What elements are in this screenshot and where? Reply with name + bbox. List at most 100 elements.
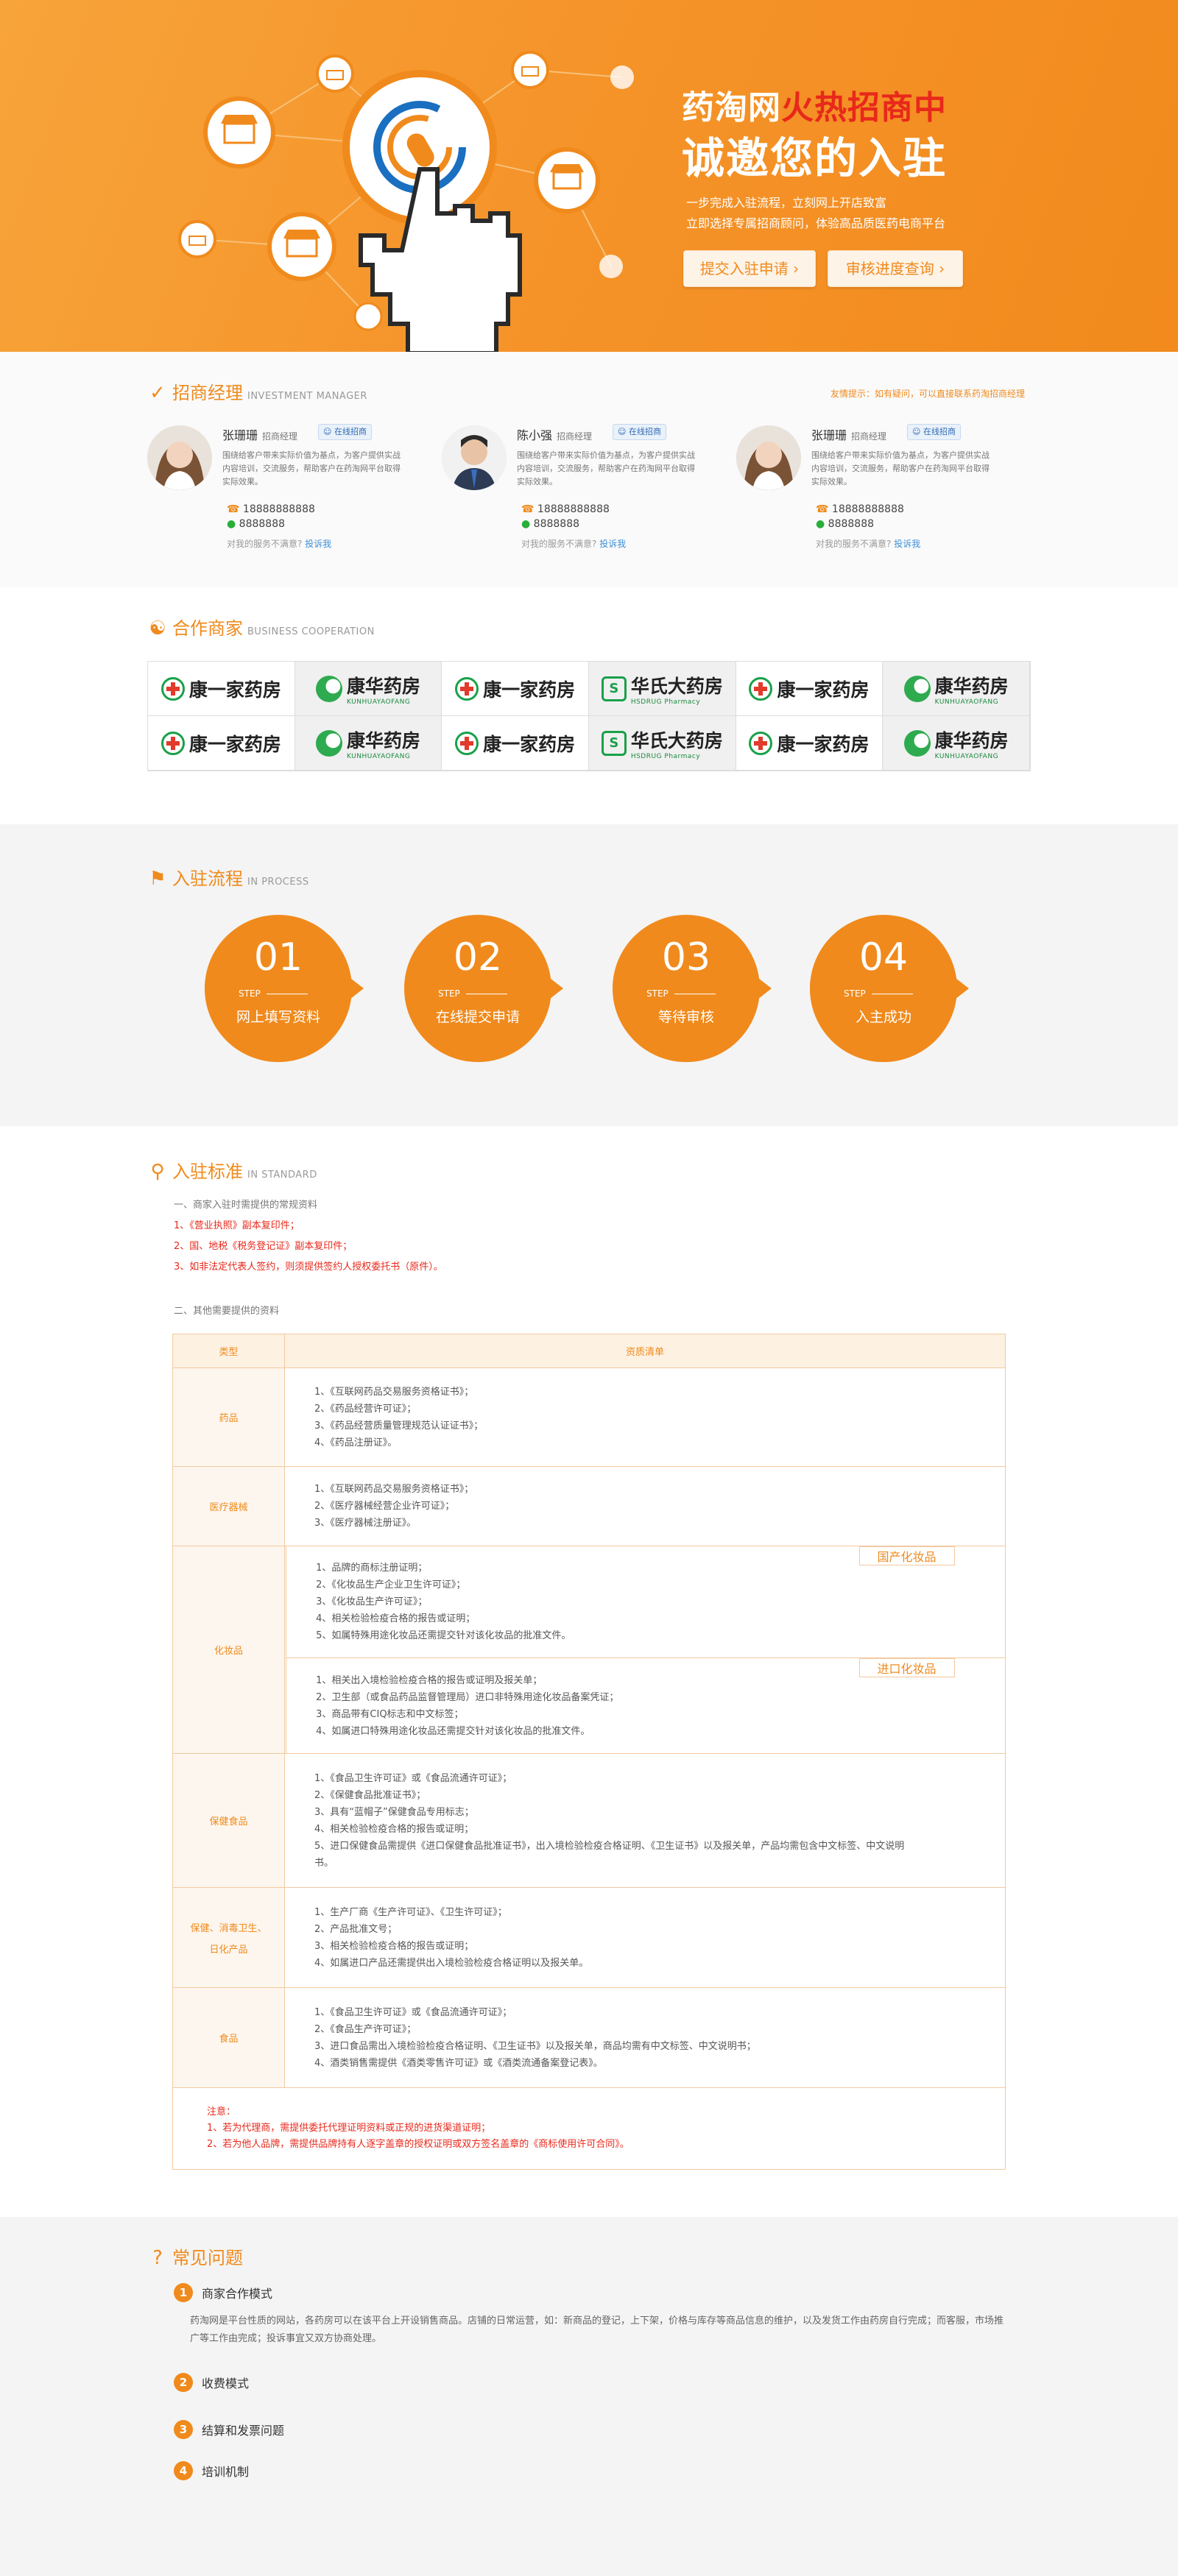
process-section: ⚑ 入驻流程 IN PROCESS 01 STEP 网上填写资料 02 STEP 在线提交…: [0, 824, 1178, 1126]
complaint: 对我的服务不满意? 投诉我: [227, 539, 332, 549]
col-type-header: 类型: [172, 1334, 285, 1368]
faq-item[interactable]: 3 结算和发票问题: [174, 2420, 284, 2439]
chat-icon: ☺: [912, 427, 921, 436]
complain-link[interactable]: 投诉我: [894, 539, 920, 549]
online-chat-button[interactable]: ☺ 在线招商: [907, 424, 961, 440]
phone-icon: ☎: [521, 503, 535, 515]
row-list: 1、《互联网药品交易服务资格证书》； 2、《药品经营许可证》； 3、《药品经营质量管…: [284, 1367, 1006, 1467]
manager-card: 张珊珊 招商经理 ☺ 在线招商 围绕给客户带来实际价值为基点，为客户提供实战内容培…: [147, 424, 412, 558]
qualification-table: 类型 资质清单 药品 1、《互联网药品交易服务资格证书》； 2、《药品经营许可证》；…: [172, 1334, 1006, 2170]
col-list-header: 资质清单: [284, 1334, 1006, 1368]
partner-logo-kangyijia[interactable]: 康一家药房: [442, 716, 589, 771]
section-title: ☯ 合作商家 BUSINESS COOPERATION: [147, 614, 375, 640]
online-chat-button[interactable]: ☺ 在线招商: [318, 424, 372, 440]
network-illustration: [178, 51, 634, 352]
location-pin-icon: ⚲: [150, 1161, 165, 1183]
section-title: ✓ 招商经理 INVESTMENT MANAGER: [147, 378, 367, 404]
faq-item[interactable]: 1 商家合作模式: [174, 2283, 272, 2302]
phone-icon: ☎: [227, 503, 240, 515]
table-note: 注意： 1、若为代理商，需提供委托代理证明资料或正规的进货渠道证明； 2、若为他人品…: [172, 2087, 1006, 2170]
chevron-right-icon: ›: [939, 260, 945, 277]
row-type: 保健、消毒卫生、 日化产品: [172, 1887, 285, 1988]
complain-link[interactable]: 投诉我: [305, 539, 331, 549]
partner-logo-kanghua[interactable]: 康华药房 KUNHUAYAOFANG: [883, 662, 1030, 716]
manager-phone: ☎ 18888888888: [521, 503, 610, 515]
row-type: 药品: [172, 1367, 285, 1467]
cross-icon: [455, 731, 479, 755]
huashi-mark-icon: S: [601, 730, 627, 756]
manager-phone: ☎ 18888888888: [816, 503, 904, 515]
phone-icon: ☎: [816, 503, 829, 515]
apply-button[interactable]: 提交入驻申请 ›: [683, 250, 816, 287]
avatar: [147, 425, 212, 490]
cross-icon: [455, 676, 479, 701]
partner-logo-kangyijia[interactable]: 康一家药房: [736, 716, 884, 771]
partner-logo-kanghua[interactable]: 康华药房 KUNHUAYAOFANG: [294, 662, 442, 716]
leaf-icon: [903, 675, 931, 702]
row-list: 1、生产厂商《生产许可证》、《卫生许可证》； 2、产品批准文号； 3、相关检验检疫合…: [284, 1887, 1006, 1988]
partner-logo-kangyijia[interactable]: 康一家药房: [442, 662, 589, 716]
store-node-small: [511, 51, 549, 89]
partner-logo-huashi[interactable]: S 华氏大药房 HSDRUG Pharmacy: [589, 662, 736, 716]
leaf-icon: [315, 729, 342, 757]
partner-logo-huashi[interactable]: S 华氏大药房 HSDRUG Pharmacy: [589, 716, 736, 771]
faq-item[interactable]: 4 培训机制: [174, 2461, 249, 2480]
faq-answer: 药淘网是平台性质的网站，各药房可以在该平台上开设销售商品。店铺的日常运营，如：新…: [190, 2315, 1004, 2344]
requirement-item: 2、国、地税《税务登记证》副本复印件；: [174, 1241, 353, 1252]
manager-desc: 围绕给客户带来实际价值为基点，为客户提供实战内容培训，交流服务，帮助客户在药淘网…: [517, 450, 695, 486]
row-type: 保健食品: [172, 1753, 285, 1888]
manager-wechat: ● 8888888: [816, 518, 875, 530]
investment-manager-section: ✓ 招商经理 INVESTMENT MANAGER 友情提示：如有疑问，可以直接联…: [0, 352, 1178, 587]
partner-logo-kangyijia[interactable]: 康一家药房: [148, 662, 295, 716]
check-status-button[interactable]: 审核进度查询 ›: [828, 250, 963, 287]
business-cooperation-section: ☯ 合作商家 BUSINESS COOPERATION 康一家药房 康华药房 KUN…: [0, 587, 1178, 824]
manager-phone: ☎ 18888888888: [227, 503, 315, 515]
section-title: ⚑ 入驻流程 IN PROCESS: [147, 864, 309, 890]
hero-banner: 药淘网火热招商中 诚邀您的入驻 一步完成入驻流程，立刻网上开店致富 立即选择专属…: [0, 0, 1178, 352]
faq-section: ? 常见问题 1 商家合作模式 药淘网是平台性质的网站，各药房可以在该平台上开设销…: [0, 2217, 1178, 2576]
cross-icon: [749, 731, 773, 755]
banner-subline-1: 一步完成入驻流程，立刻网上开店致富: [686, 196, 887, 210]
chevron-right-icon: ›: [793, 260, 800, 277]
store-node: [267, 212, 336, 281]
online-chat-button[interactable]: ☺ 在线招商: [613, 424, 666, 440]
banner-subline-2: 立即选择专属招商顾问，体验高品质医药电商平台: [686, 216, 946, 230]
manager-card: 陈小强 招商经理 ☺ 在线招商 围绕给客户带来实际价值为基点，为客户提供实战内容培…: [442, 424, 707, 558]
complaint: 对我的服务不满意? 投诉我: [816, 539, 921, 549]
store-node-small: [316, 54, 354, 93]
store-node: [534, 147, 600, 213]
cross-icon: [161, 676, 185, 701]
complain-link[interactable]: 投诉我: [599, 539, 626, 549]
store-node-small: [178, 220, 216, 258]
row-type: 医疗器械: [172, 1466, 285, 1546]
tie-icon: ✓: [149, 382, 166, 404]
partner-logo-kangyijia[interactable]: 康一家药房: [736, 662, 884, 716]
avatar: [442, 425, 507, 490]
store-node: [203, 96, 275, 169]
banner-headline: 药淘网火热招商中: [682, 89, 947, 127]
row-subtype: 国产化妆品: [858, 1546, 955, 1565]
leaf-icon: [315, 675, 342, 702]
manager-desc: 围绕给客户带来实际价值为基点，为客户提供实战内容培训，交流服务，帮助客户在药淘网…: [811, 450, 990, 486]
process-step: 02 STEP 在线提交申请: [404, 915, 563, 1062]
partner-logo-kanghua[interactable]: 康华药房 KUNHUAYAOFANG: [883, 716, 1030, 771]
manager-card: 张珊珊 招商经理 ☺ 在线招商 围绕给客户带来实际价值为基点，为客户提供实战内容培…: [736, 424, 1001, 558]
chat-icon: ☺: [323, 427, 332, 436]
requirement-item: 1、《营业执照》副本复印件；: [174, 1220, 300, 1231]
question-mark-icon: ?: [152, 2247, 163, 2269]
banner-headline-hot: 火热招商中: [781, 89, 947, 127]
intro-other: 二、其他需要提供的资料: [174, 1306, 280, 1317]
requirement-item: 3、如非法定代表人签约，则须提供签约人授权委托书（原件）。: [174, 1262, 443, 1273]
section-title: ⚲ 入驻标准 IN STANDARD: [147, 1157, 317, 1183]
manager-name: 陈小强 招商经理: [517, 428, 593, 442]
intro-general: 一、商家入驻时需提供的常规资料: [174, 1200, 318, 1211]
row-list: 1、《食品卫生许可证》或《食品流通许可证》； 2、《食品生产许可证》； 3、进口食品…: [284, 1987, 1006, 2088]
faq-item[interactable]: 2 收费模式: [174, 2373, 249, 2392]
partner-logo-kangyijia[interactable]: 康一家药房: [148, 716, 295, 771]
handshake-icon: ☯: [149, 618, 166, 640]
friendly-tip: 友情提示：如有疑问，可以直接联系药淘招商经理: [830, 389, 1025, 399]
standards-section: ⚲ 入驻标准 IN STANDARD 一、商家入驻时需提供的常规资料 1、《营业执…: [0, 1126, 1178, 2217]
partner-logo-kanghua[interactable]: 康华药房 KUNHUAYAOFANG: [294, 716, 442, 771]
row-type: 食品: [172, 1987, 285, 2088]
banner-headline-main: 诚邀您的入驻: [682, 133, 948, 183]
